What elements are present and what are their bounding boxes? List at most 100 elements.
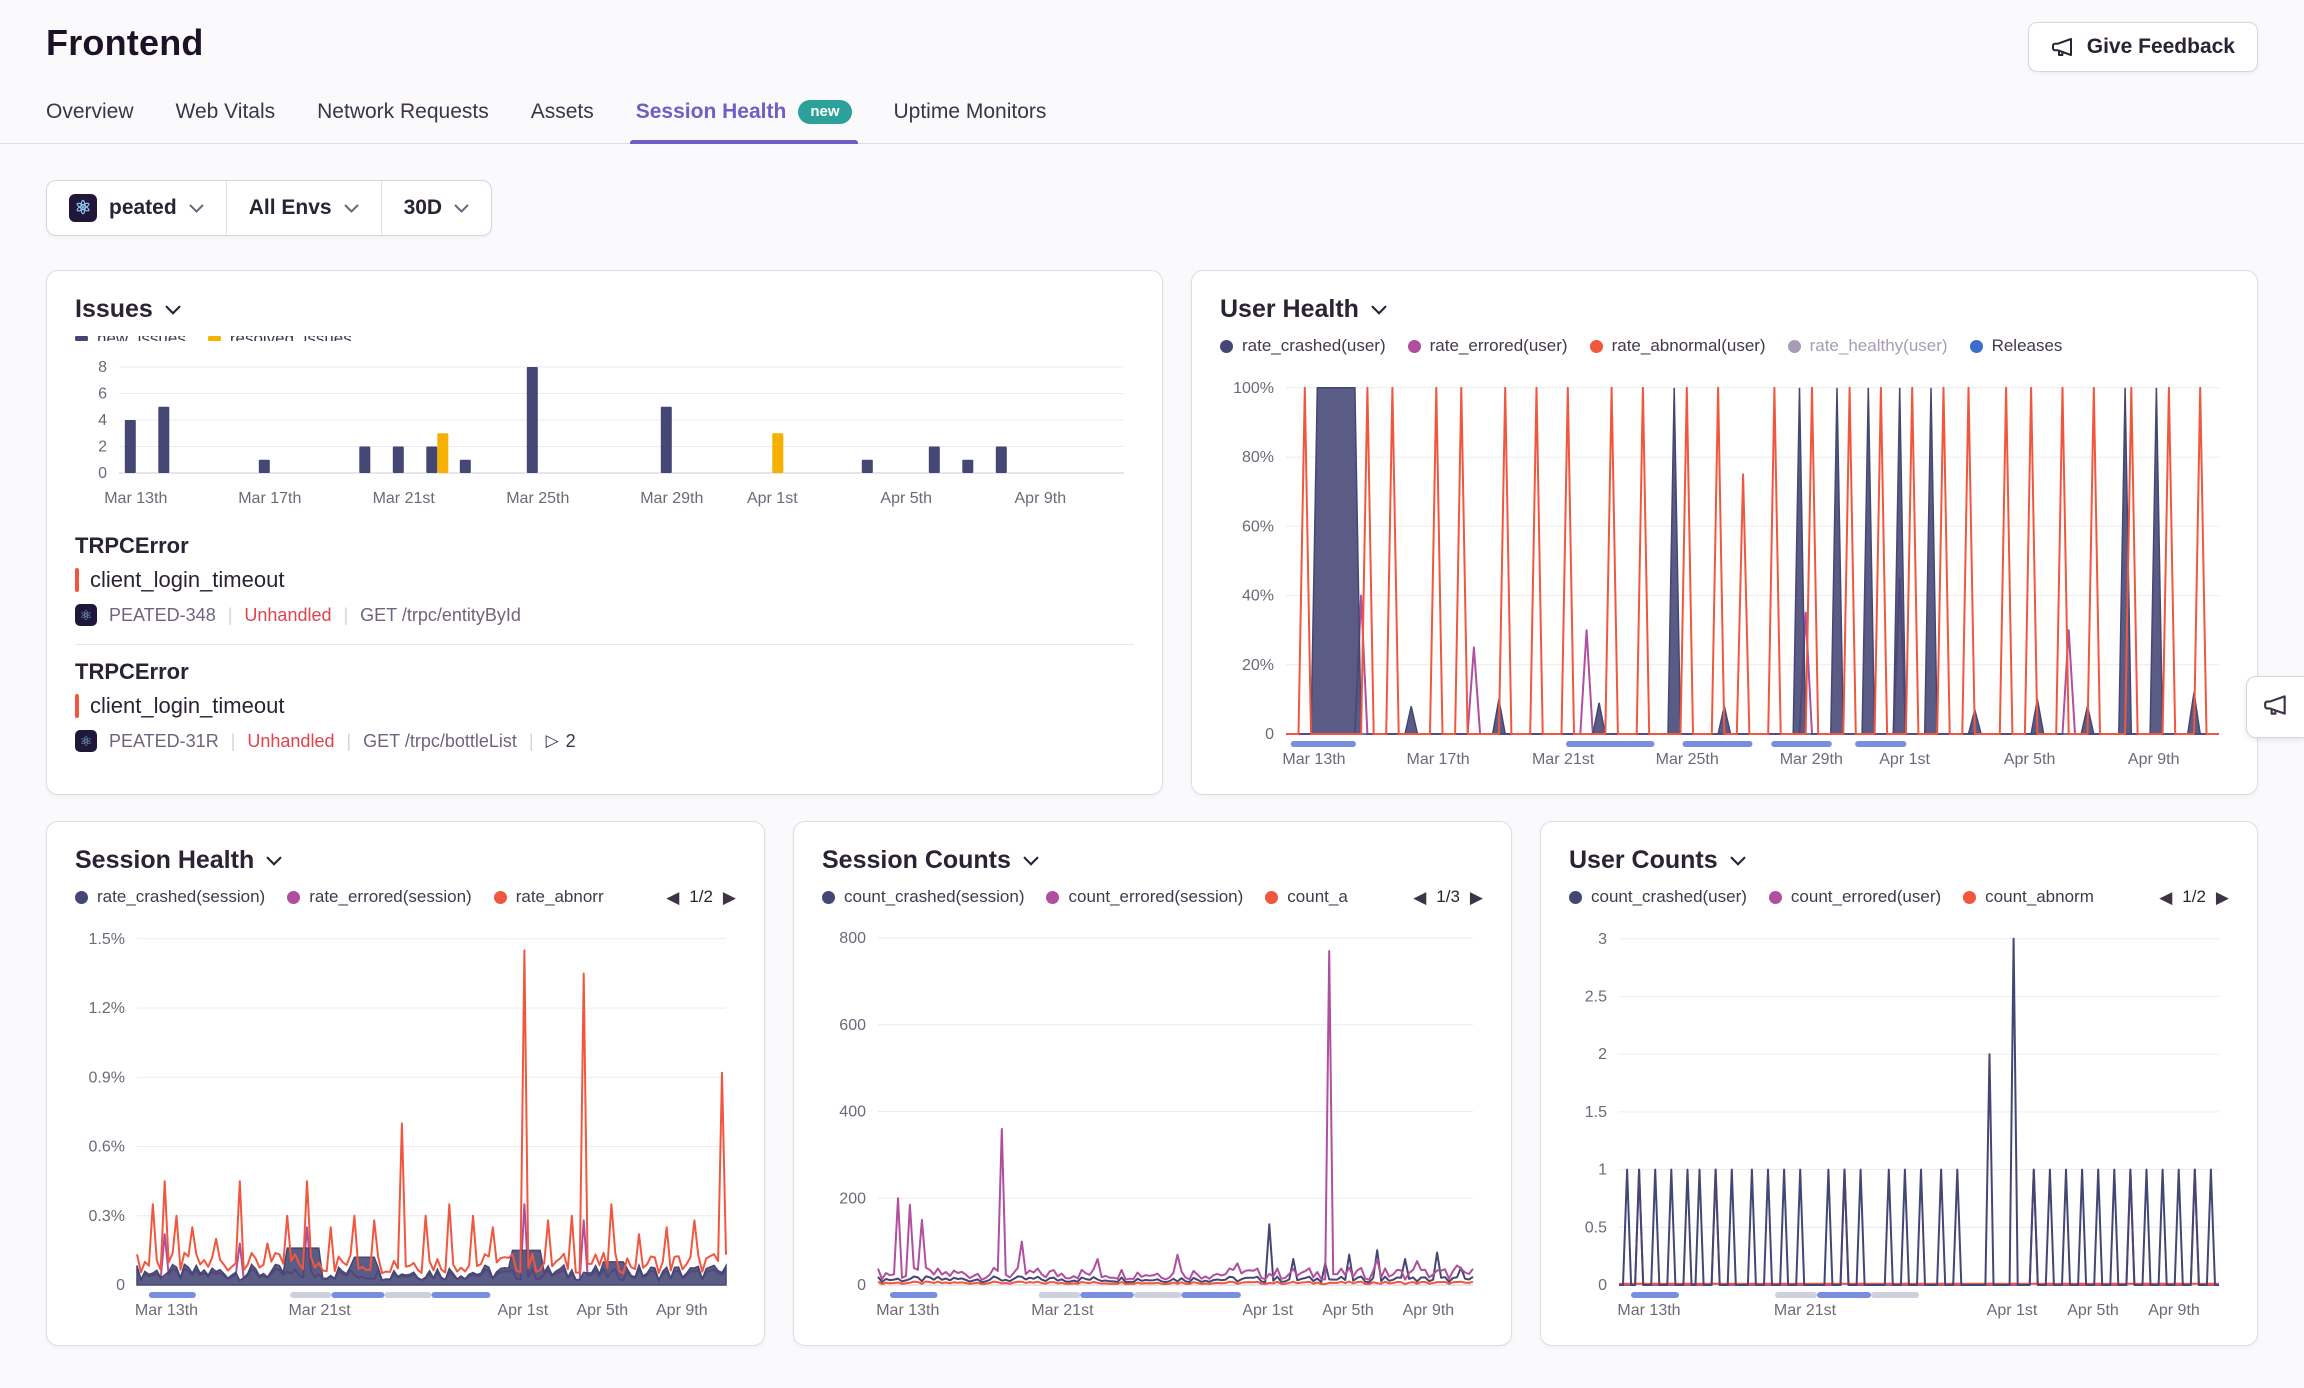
svg-text:Apr 9th: Apr 9th	[2148, 1302, 2200, 1319]
legend-dot	[822, 891, 835, 904]
legend-dot	[287, 891, 300, 904]
chevron-down-icon	[189, 204, 204, 213]
svg-text:Mar 21st: Mar 21st	[1532, 751, 1595, 768]
legend-item[interactable]: rate_errored(user)	[1408, 336, 1568, 356]
issues-bar-chart[interactable]: 02468Mar 13thMar 17thMar 21stMar 25thMar…	[75, 349, 1134, 509]
error-level-indicator	[75, 694, 79, 718]
svg-text:80%: 80%	[1242, 449, 1274, 466]
user-health-panel-header[interactable]: User Health	[1220, 295, 2229, 324]
svg-text:Mar 17th: Mar 17th	[238, 490, 301, 507]
legend-item[interactable]: count_errored(session)	[1046, 887, 1243, 907]
environment-selector-label: All Envs	[249, 196, 332, 220]
legend-item[interactable]: rate_crashed(session)	[75, 887, 265, 907]
tab-session-health[interactable]: Session Health new	[636, 100, 852, 143]
project-selector[interactable]: ⚛ peated	[47, 181, 226, 235]
pager-prev-icon[interactable]: ◀	[1413, 889, 1426, 906]
tab-network-requests[interactable]: Network Requests	[317, 100, 489, 143]
issues-legend: new_issues resolved_issues	[75, 336, 1134, 341]
legend-item[interactable]: rate_healthy(user)	[1788, 336, 1948, 356]
issue-endpoint: GET /trpc/entityById	[360, 605, 521, 626]
svg-text:400: 400	[839, 1104, 866, 1121]
session-health-panel: Session Health rate_crashed(session) rat…	[46, 821, 765, 1346]
tab-assets[interactable]: Assets	[531, 100, 594, 143]
svg-text:2: 2	[98, 439, 107, 456]
pager-next-icon[interactable]: ▶	[1470, 889, 1483, 906]
legend-item[interactable]: count_abnorm	[1963, 887, 2094, 907]
pager-page: 1/2	[2182, 887, 2206, 907]
tab-overview[interactable]: Overview	[46, 100, 134, 143]
feedback-widget-button[interactable]	[2246, 676, 2304, 738]
tab-web-vitals[interactable]: Web Vitals	[176, 100, 276, 143]
legend-dot	[1408, 340, 1421, 353]
issues-panel-header[interactable]: Issues	[75, 295, 1134, 324]
legend-item[interactable]: count_a	[1265, 887, 1348, 907]
issue-row[interactable]: TRPCError client_login_timeout ⚛ PEATED-…	[75, 519, 1134, 644]
pager-next-icon[interactable]: ▶	[723, 889, 736, 906]
legend-item[interactable]: rate_errored(session)	[287, 887, 472, 907]
issue-endpoint: GET /trpc/bottleList	[363, 731, 517, 752]
svg-text:100%: 100%	[1233, 380, 1274, 397]
environment-selector[interactable]: All Envs	[226, 181, 381, 235]
svg-text:Apr 9th: Apr 9th	[1015, 490, 1067, 507]
give-feedback-button[interactable]: Give Feedback	[2028, 22, 2258, 72]
user-health-panel: User Health rate_crashed(user) rate_erro…	[1191, 270, 2258, 795]
session-health-legend: rate_crashed(session) rate_errored(sessi…	[75, 887, 736, 907]
pager-prev-icon[interactable]: ◀	[2159, 889, 2172, 906]
svg-text:Apr 5th: Apr 5th	[2004, 751, 2056, 768]
filter-bar: ⚛ peated All Envs 30D	[46, 180, 492, 236]
legend-dot	[1265, 891, 1278, 904]
legend-item[interactable]: rate_abnorr	[494, 887, 604, 907]
svg-text:Apr 1st: Apr 1st	[1879, 751, 1930, 768]
legend-item[interactable]: rate_abnormal(user)	[1590, 336, 1766, 356]
legend-dot	[75, 891, 88, 904]
svg-text:40%: 40%	[1242, 588, 1274, 605]
legend-item[interactable]: new_issues	[75, 336, 186, 341]
legend-item[interactable]: Releases	[1970, 336, 2063, 356]
issue-row[interactable]: TRPCError client_login_timeout ⚛ PEATED-…	[75, 644, 1134, 770]
session-health-panel-header[interactable]: Session Health	[75, 846, 736, 875]
tab-uptime-monitors[interactable]: Uptime Monitors	[894, 100, 1047, 143]
date-range-selector-label: 30D	[404, 196, 443, 220]
svg-text:0: 0	[98, 465, 107, 482]
svg-text:8: 8	[98, 359, 107, 376]
page-title: Frontend	[46, 22, 204, 64]
error-level-indicator	[75, 568, 79, 592]
legend-item[interactable]: count_crashed(session)	[822, 887, 1024, 907]
chevron-down-icon	[1023, 856, 1039, 866]
legend-item[interactable]: count_crashed(user)	[1569, 887, 1747, 907]
legend-dot	[1788, 340, 1801, 353]
issue-type[interactable]: TRPCError	[75, 533, 1134, 559]
svg-text:Mar 13th: Mar 13th	[104, 490, 167, 507]
megaphone-icon	[2051, 35, 2075, 59]
user-health-legend: rate_crashed(user) rate_errored(user) ra…	[1220, 336, 2229, 356]
legend-dot	[1590, 340, 1603, 353]
pager-prev-icon[interactable]: ◀	[666, 889, 679, 906]
user-counts-panel-title: User Counts	[1569, 846, 1718, 875]
user-counts-chart[interactable]: 00.511.522.53Mar 13thMar 21stApr 1stApr …	[1569, 915, 2229, 1321]
user-health-chart[interactable]: 020%40%60%80%100%Mar 13thMar 17thMar 21s…	[1220, 364, 2229, 770]
session-health-chart[interactable]: 00.3%0.6%0.9%1.2%1.5%Mar 13thMar 21stApr…	[75, 915, 736, 1321]
legend-item[interactable]: resolved_issues	[208, 336, 352, 341]
issue-type[interactable]: TRPCError	[75, 659, 1134, 685]
legend-pager: ◀ 1/3 ▶	[1403, 887, 1483, 907]
issue-short-id[interactable]: PEATED-348	[109, 605, 216, 626]
issues-panel-title: Issues	[75, 295, 153, 324]
date-range-selector[interactable]: 30D	[381, 181, 492, 235]
svg-text:0.6%: 0.6%	[89, 1139, 125, 1156]
session-counts-chart[interactable]: 0200400600800Mar 13thMar 21stApr 1stApr …	[822, 915, 1483, 1321]
svg-text:Mar 29th: Mar 29th	[640, 490, 703, 507]
legend-pager: ◀ 1/2 ▶	[2149, 887, 2229, 907]
legend-dot	[1569, 891, 1582, 904]
issues-list: TRPCError client_login_timeout ⚛ PEATED-…	[75, 519, 1134, 770]
pager-next-icon[interactable]: ▶	[2216, 889, 2229, 906]
svg-text:Mar 29th: Mar 29th	[1780, 751, 1843, 768]
legend-item[interactable]: count_errored(user)	[1769, 887, 1941, 907]
svg-text:Apr 1st: Apr 1st	[1987, 1302, 2038, 1319]
svg-text:Apr 5th: Apr 5th	[1322, 1302, 1374, 1319]
legend-item[interactable]: rate_crashed(user)	[1220, 336, 1386, 356]
user-counts-panel-header[interactable]: User Counts	[1569, 846, 2229, 875]
session-counts-panel-header[interactable]: Session Counts	[822, 846, 1483, 875]
replay-count[interactable]: ▷ 2	[546, 731, 576, 752]
issue-short-id[interactable]: PEATED-31R	[109, 731, 219, 752]
user-counts-legend: count_crashed(user) count_errored(user) …	[1569, 887, 2229, 907]
